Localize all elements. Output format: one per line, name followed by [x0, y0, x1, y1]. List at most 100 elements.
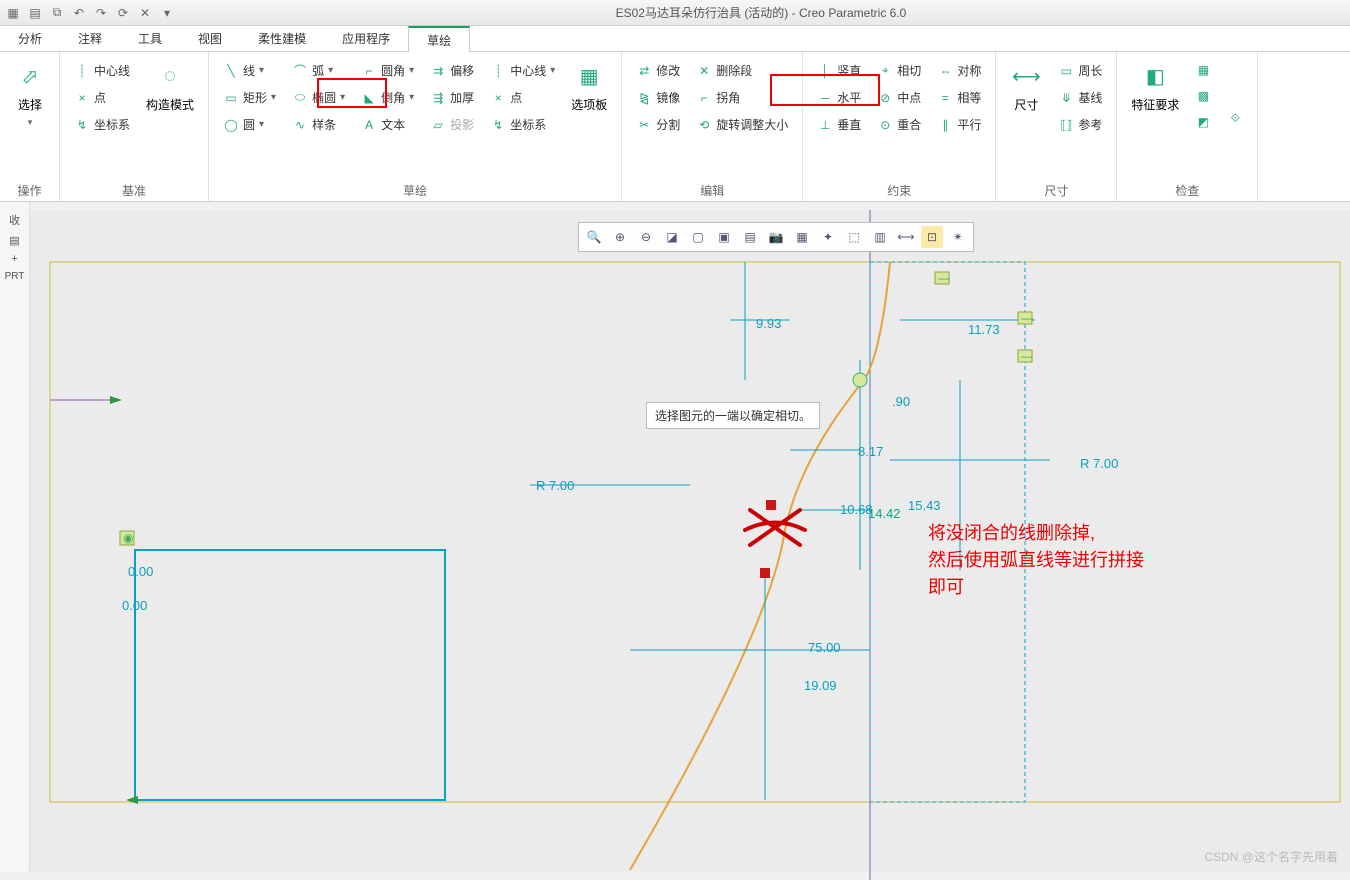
- perim-button[interactable]: ▭周长: [1054, 60, 1106, 81]
- offset-button[interactable]: ⇉偏移: [426, 60, 478, 81]
- zoom-in-icon[interactable]: ⊕: [609, 226, 631, 248]
- centerline2-label: 中心线: [510, 62, 546, 79]
- coord-button[interactable]: ↯坐标系: [70, 114, 134, 135]
- tab-analysis[interactable]: 分析: [0, 26, 60, 51]
- req-button[interactable]: ◧特征要求: [1123, 56, 1187, 180]
- spline-button[interactable]: ∿样条: [288, 114, 349, 135]
- construct-mode-button[interactable]: ◌构造模式: [138, 56, 202, 180]
- dim-r7b[interactable]: R 7.00: [536, 478, 574, 493]
- perp-button[interactable]: ⊥垂直: [813, 114, 865, 135]
- dim-1909[interactable]: 19.09: [804, 678, 837, 693]
- dim-1442[interactable]: 14.42: [868, 506, 901, 521]
- saved-views-icon[interactable]: ▣: [713, 226, 735, 248]
- qat-undo-icon[interactable]: ↶: [70, 4, 88, 22]
- mirror-button[interactable]: ⧎镜像: [632, 87, 684, 108]
- ref-button[interactable]: ⟦⟧参考: [1054, 114, 1106, 135]
- dim-1543[interactable]: 15.43: [908, 498, 941, 513]
- zoom-out-icon[interactable]: ⊖: [635, 226, 657, 248]
- dim-993[interactable]: 9.93: [756, 316, 781, 331]
- parallel-button[interactable]: ∥平行: [933, 114, 985, 135]
- point-button[interactable]: ×点: [70, 87, 134, 108]
- fillet-button[interactable]: ⌐圆角: [357, 60, 418, 81]
- dim-817[interactable]: 8.17: [858, 444, 883, 459]
- dim-75[interactable]: 75.00: [808, 640, 841, 655]
- tab-tools[interactable]: 工具: [120, 26, 180, 51]
- qat-open-icon[interactable]: ▤: [26, 4, 44, 22]
- sym-button[interactable]: ⇔对称: [933, 60, 985, 81]
- side-collapse[interactable]: 收: [0, 212, 29, 228]
- horiz-button[interactable]: ─水平: [813, 87, 865, 108]
- text-button[interactable]: A文本: [357, 114, 418, 135]
- dim-000a[interactable]: 0.00: [128, 564, 153, 579]
- pick-icon[interactable]: ✴: [947, 226, 969, 248]
- chamfer-button[interactable]: ◣倒角: [357, 87, 418, 108]
- text-label: 文本: [381, 116, 405, 133]
- view-mgr-icon[interactable]: 📷: [765, 226, 787, 248]
- tangent-icon: ⌖: [877, 63, 893, 79]
- qat-close-icon[interactable]: ✕: [136, 4, 154, 22]
- title-bar: ▦ ▤ ⧉ ↶ ↷ ⟳ ✕ ▾ ES02马达耳朵仿行治具 (活动的) - Cre…: [0, 0, 1350, 26]
- centerline2-button[interactable]: ┊中心线: [486, 60, 559, 81]
- select-button[interactable]: ⬀选择▾: [6, 56, 54, 180]
- dims-icon[interactable]: ⟷: [895, 226, 917, 248]
- tangent-label: 相切: [897, 62, 921, 79]
- svg-text:—: —: [1021, 311, 1033, 325]
- view-normal-icon[interactable]: ▢: [687, 226, 709, 248]
- box3d-icon[interactable]: ⬚: [843, 226, 865, 248]
- side-icon1[interactable]: ▤: [0, 234, 29, 247]
- point2-button[interactable]: ×点: [486, 87, 559, 108]
- refit-icon[interactable]: ◪: [661, 226, 683, 248]
- mid-button[interactable]: ⊘中点: [873, 87, 925, 108]
- qat-regen-icon[interactable]: ⟳: [114, 4, 132, 22]
- zoom-fit-icon[interactable]: 🔍: [583, 226, 605, 248]
- tab-flex[interactable]: 柔性建模: [240, 26, 324, 51]
- coinc-button[interactable]: ⊙重合: [873, 114, 925, 135]
- rect-button[interactable]: ▭矩形: [219, 87, 280, 108]
- insp1-button[interactable]: ▦: [1191, 60, 1215, 80]
- delseg-button[interactable]: ✕删除段: [692, 60, 792, 81]
- vert-button[interactable]: │竖直: [813, 60, 865, 81]
- baseline-button[interactable]: ⤋基线: [1054, 87, 1106, 108]
- sketch-canvas[interactable]: — — — ◉: [30, 210, 1350, 871]
- dim-000b[interactable]: 0.00: [122, 598, 147, 613]
- qat-new-icon[interactable]: ▦: [4, 4, 22, 22]
- tab-annotate[interactable]: 注释: [60, 26, 120, 51]
- tab-view[interactable]: 视图: [180, 26, 240, 51]
- project-icon: ▱: [430, 117, 446, 133]
- grid-icon[interactable]: ▥: [869, 226, 891, 248]
- modify-button[interactable]: ⇄修改: [632, 60, 684, 81]
- qat-redo-icon[interactable]: ↷: [92, 4, 110, 22]
- line-button[interactable]: ╲线: [219, 60, 280, 81]
- arc-button[interactable]: ⌒弧: [288, 60, 349, 81]
- rotres-button[interactable]: ⟲旋转调整大小: [692, 114, 792, 135]
- equal-button[interactable]: =相等: [933, 87, 985, 108]
- project-button[interactable]: ▱投影: [426, 114, 478, 135]
- qat-more-icon[interactable]: ▾: [158, 4, 176, 22]
- divide-button[interactable]: ✂分割: [632, 114, 684, 135]
- palette-button[interactable]: ▦选项板: [563, 56, 615, 180]
- spin-icon[interactable]: ✦: [817, 226, 839, 248]
- coord2-button[interactable]: ↯坐标系: [486, 114, 559, 135]
- qat-save-icon[interactable]: ⧉: [48, 4, 66, 22]
- tangent-button[interactable]: ⌖相切: [873, 60, 925, 81]
- tab-apps[interactable]: 应用程序: [324, 26, 408, 51]
- ellipse-button[interactable]: ⬭椭圆: [288, 87, 349, 108]
- tab-sketch[interactable]: 草绘: [408, 26, 470, 52]
- centerline-button[interactable]: ┊中心线: [70, 60, 134, 81]
- circle-button[interactable]: ◯圆: [219, 114, 280, 135]
- insp3-button[interactable]: ◩: [1191, 112, 1215, 132]
- dim-button[interactable]: ⟷尺寸: [1002, 56, 1050, 180]
- dim-1173[interactable]: 11.73: [968, 322, 1000, 337]
- dim-90[interactable]: .90: [892, 394, 910, 409]
- corner-button[interactable]: ⌐拐角: [692, 87, 792, 108]
- insp4-button[interactable]: ⟐: [1223, 108, 1247, 128]
- named-views-icon[interactable]: ▤: [739, 226, 761, 248]
- highlight-icon[interactable]: ⊡: [921, 226, 943, 248]
- side-panel: 收 ▤ + PRT: [0, 202, 30, 872]
- quick-access-toolbar: ▦ ▤ ⧉ ↶ ↷ ⟳ ✕ ▾: [4, 4, 176, 22]
- layers-icon[interactable]: ▦: [791, 226, 813, 248]
- side-icon2[interactable]: +: [0, 253, 29, 265]
- dim-r7a[interactable]: R 7.00: [1080, 456, 1118, 471]
- thicken-button[interactable]: ⇶加厚: [426, 87, 478, 108]
- insp2-button[interactable]: ▩: [1191, 86, 1215, 106]
